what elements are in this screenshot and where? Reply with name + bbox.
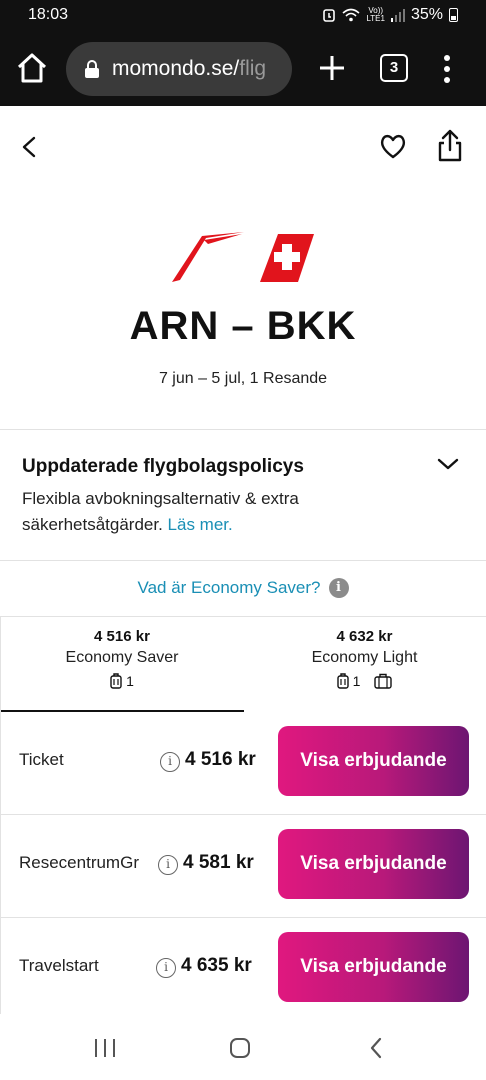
network-type-label: Vo)) LTE1 [366,6,385,23]
page-header [0,106,486,188]
share-icon[interactable] [436,128,464,164]
fare-price: 4 632 kr [336,628,393,645]
lock-icon [85,60,99,78]
route-title: ARN – BKK [129,304,357,348]
status-icons: Vo)) LTE1 35% [322,6,458,24]
flight-summary: ARN – BKK 7 jun – 5 jul, 1 Resande [0,188,486,430]
home-nav-icon[interactable] [229,1037,251,1059]
view-offer-button[interactable]: Visa erbjudande [278,932,469,1002]
tab-switcher-button[interactable]: 3 [380,54,408,82]
back-nav-icon[interactable] [368,1036,384,1060]
browser-toolbar: momondo.se/flig 3 [0,32,486,106]
airline-logos [172,232,314,282]
view-offer-button[interactable]: Visa erbjudande [278,726,469,796]
provider-name: ResecentrumGr [19,853,139,872]
more-menu-icon[interactable] [440,54,454,84]
offer-price: 4 581 kr [183,852,254,873]
url-text: momondo.se/flig [112,57,267,80]
chevron-down-icon[interactable] [436,456,460,472]
status-time: 18:03 [28,6,69,23]
heart-icon[interactable] [378,130,408,162]
wifi-icon [342,8,360,22]
provider-name: Ticket [19,750,64,769]
fare-name: Economy Light [311,649,418,666]
offer-price: 4 635 kr [181,955,252,976]
offer-row: ResecentrumGr i 4 581 kr Visa erbjudande [0,815,486,918]
policy-title: Uppdaterade flygbolagspolicys [22,456,304,477]
battery-percent: 35% [410,6,443,23]
offer-row: Ticket i 4 516 kr Visa erbjudande [0,712,486,815]
status-bar: 18:03 Vo)) LTE1 35% [0,0,486,32]
alarm-icon [323,9,336,22]
new-tab-icon[interactable] [318,54,346,82]
info-icon[interactable]: i [158,855,178,875]
fare-baggage: 1 [1,673,243,689]
home-icon[interactable] [14,50,50,86]
view-offer-button[interactable]: Visa erbjudande [278,829,469,899]
info-icon[interactable]: i [328,578,349,598]
fare-tab-economy-light[interactable]: 4 632 kr Economy Light 1 [243,617,486,713]
economy-saver-link[interactable]: Vad är Economy Saver? [138,578,321,598]
checked-bag-icon [374,673,393,689]
trip-dates: 7 jun – 5 jul, 1 Resande [158,370,328,387]
battery-icon [449,8,458,22]
bag-count: 1 [126,673,134,689]
offer-price: 4 516 kr [185,749,256,770]
info-icon[interactable]: i [160,752,180,772]
fare-tabs: 4 516 kr Economy Saver 1 4 632 kr Econom… [0,616,486,713]
offer-row: Travelstart i 4 635 kr Visa erbjudande [0,918,486,1021]
fare-baggage: 1 [243,673,486,689]
carry-on-bag-icon [336,673,349,689]
policy-body: Flexibla avbokningsalternativ & extra sä… [22,489,299,534]
economy-saver-info[interactable]: Vad är Economy Saver? i [0,560,486,616]
bag-count: 1 [352,673,361,689]
address-bar[interactable]: momondo.se/flig [66,42,292,96]
recent-apps-icon[interactable] [94,1038,116,1058]
signal-icon [390,9,405,22]
fare-tab-economy-saver[interactable]: 4 516 kr Economy Saver 1 [0,617,244,713]
info-icon[interactable]: i [156,958,176,978]
provider-name: Travelstart [19,956,99,975]
fare-name: Economy Saver [65,649,179,666]
back-arrow-icon[interactable] [18,130,42,164]
fare-price: 4 516 kr [94,628,150,645]
policy-notice[interactable]: Uppdaterade flygbolagspolicys Flexibla a… [0,430,486,560]
carry-on-bag-icon [110,673,122,689]
read-more-link[interactable]: Läs mer. [168,515,233,534]
system-nav-bar [0,1014,486,1080]
